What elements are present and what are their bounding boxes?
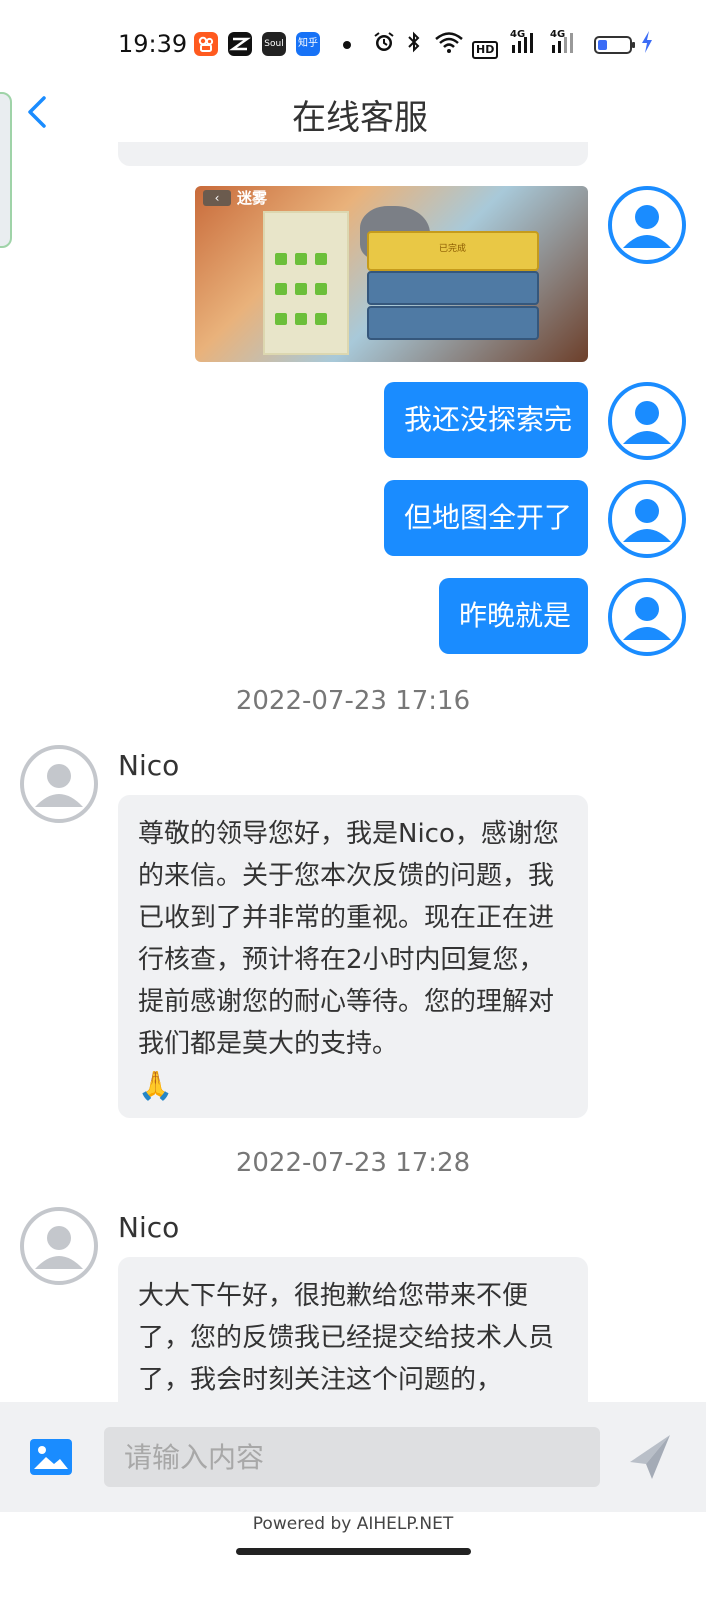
- check-icon: [295, 253, 307, 265]
- screenshot-row: [367, 271, 539, 305]
- send-button[interactable]: [628, 1432, 672, 1482]
- header: 在线客服: [0, 82, 720, 142]
- network-type-label: 4G: [550, 29, 566, 40]
- user-avatar: [608, 480, 686, 558]
- check-icon: [315, 283, 327, 295]
- screen-edge: [706, 0, 720, 1600]
- status-bar: 19:39 Soul 知乎 HD 4G 4G: [0, 0, 720, 90]
- home-indicator[interactable]: [236, 1548, 471, 1555]
- battery-icon: [594, 36, 635, 54]
- check-icon: [275, 313, 287, 325]
- user-avatar: [608, 578, 686, 656]
- signal-4g-icon: 4G: [510, 29, 542, 60]
- check-icon: [315, 313, 327, 325]
- alarm-icon: [372, 30, 396, 59]
- agent-avatar: [20, 745, 98, 823]
- check-icon: [315, 253, 327, 265]
- capcut-icon: [228, 32, 252, 56]
- user-avatar: [608, 186, 686, 264]
- check-icon: [275, 253, 287, 265]
- agent-avatar: [20, 1207, 98, 1285]
- powered-by: Powered by AIHELP.NET: [252, 1514, 454, 1534]
- charging-icon: [640, 30, 654, 59]
- user-message: 我还没探索完: [384, 382, 588, 458]
- agent-name: Nico: [118, 1211, 180, 1244]
- input-bar: [0, 1402, 706, 1512]
- check-icon: [295, 313, 307, 325]
- pray-emoji: 🙏: [138, 1069, 173, 1102]
- check-icon: [295, 283, 307, 295]
- agent-name: Nico: [118, 749, 180, 782]
- message-timestamp: 2022-07-23 17:16: [235, 686, 471, 716]
- screenshot-row: [367, 306, 539, 340]
- zhihu-icon: 知乎: [296, 32, 320, 56]
- signal-4g-icon: 4G: [550, 29, 582, 60]
- network-type-label: 4G: [510, 29, 526, 40]
- user-avatar: [608, 382, 686, 460]
- page-title: 在线客服: [292, 98, 428, 138]
- status-time: 19:39: [118, 30, 188, 58]
- agent-message-text: 大大下午好，很抱歉给您带来不便了，您的反馈我已经提交给技术人员了，我会时刻关注这…: [138, 1281, 555, 1395]
- image-message[interactable]: ‹ 迷雾 已完成: [195, 186, 588, 362]
- bluetooth-icon: [404, 30, 424, 59]
- send-icon: [630, 1435, 670, 1479]
- wifi-icon: [434, 30, 464, 59]
- hd-label: HD: [472, 41, 499, 59]
- kuaishou-icon: [194, 32, 218, 56]
- image-icon: [30, 1439, 72, 1475]
- screenshot-banner: 已完成: [367, 231, 539, 271]
- agent-message: 尊敬的领导您好，我是Nico，感谢您的来信。关于您本次反馈的问题，我已收到了并非…: [118, 795, 588, 1118]
- battery-level: [598, 40, 607, 50]
- screenshot-back-icon: ‹: [203, 190, 231, 206]
- check-icon: [275, 283, 287, 295]
- soul-icon: Soul: [262, 32, 286, 56]
- user-message: 昨晚就是: [439, 578, 588, 654]
- screenshot-title: 迷雾: [237, 189, 268, 207]
- image-upload-button[interactable]: [28, 1437, 74, 1477]
- previous-message-bubble: [118, 142, 588, 166]
- agent-message-text: 尊敬的领导您好，我是Nico，感谢您的来信。关于您本次反馈的问题，我已收到了并非…: [138, 819, 559, 1059]
- message-input[interactable]: [104, 1427, 600, 1487]
- hd-icon: HD: [472, 34, 499, 59]
- message-timestamp: 2022-07-23 17:28: [235, 1148, 471, 1178]
- screenshot-panel: [263, 211, 349, 355]
- notification-dot: [343, 41, 351, 49]
- user-message: 但地图全开了: [384, 480, 588, 556]
- screenshot-banner-text: 已完成: [439, 244, 467, 254]
